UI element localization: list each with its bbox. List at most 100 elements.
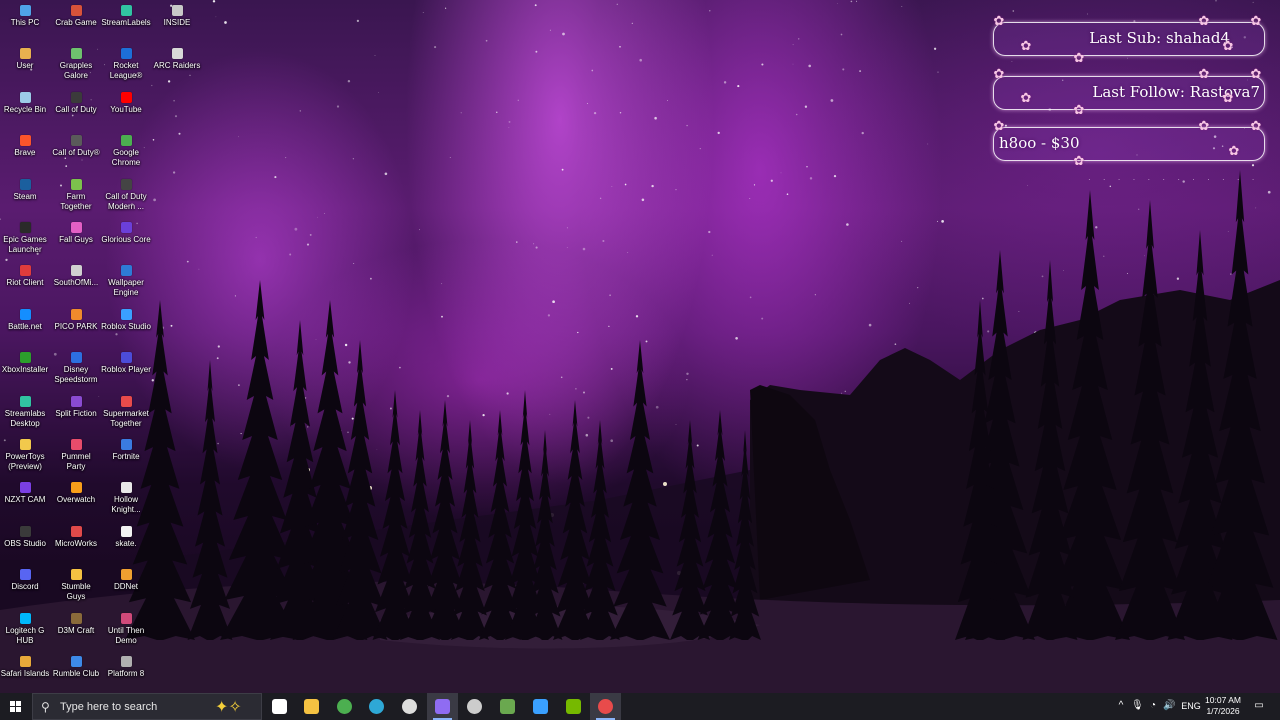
desktop-icon[interactable]: Supermarket Together	[101, 395, 151, 429]
app-icon	[120, 48, 132, 60]
last-follow-text: Last Follow: Rastova7	[1092, 83, 1260, 101]
app-icon	[120, 178, 132, 190]
desktop-icon-label: Epic Games Launcher	[3, 235, 47, 254]
desktop-icon[interactable]: Stumble Guys	[51, 569, 101, 602]
desktop-icon[interactable]: NZXT CAM	[0, 482, 50, 505]
desktop-icon[interactable]: DDNet	[101, 569, 151, 592]
desktop-icon[interactable]: Fortnite	[101, 439, 151, 462]
desktop-icon[interactable]: SouthOfMi...	[51, 265, 101, 288]
desktop-icon[interactable]: Call of Duty Modern ...	[101, 178, 151, 212]
desktop-icon[interactable]: Steam	[0, 178, 50, 202]
network-icon[interactable]: ◔	[1147, 700, 1159, 712]
app-icon	[120, 525, 132, 537]
taskbar-edge-button[interactable]	[361, 693, 392, 720]
desktop-icon[interactable]: YouTube	[101, 91, 151, 115]
desktop-icon[interactable]: D3M Craft	[51, 612, 101, 636]
taskbar-steam-or-tool-button[interactable]	[459, 693, 490, 720]
taskbar-discord-button[interactable]	[427, 693, 458, 720]
desktop-icon[interactable]: XboxInstaller	[0, 352, 50, 375]
app-icon	[19, 308, 31, 320]
desktop-icon[interactable]: MicroWorks	[51, 525, 101, 549]
search-input[interactable]: ⚲ Type here to search ✦✧	[32, 693, 262, 720]
clock[interactable]: 10:07 AM 1/7/2026	[1199, 695, 1247, 717]
desktop-icon[interactable]: Epic Games Launcher	[0, 222, 50, 255]
desktop-icon[interactable]: Riot Client	[0, 265, 50, 288]
desktop-icon[interactable]: OBS Studio	[0, 525, 50, 549]
desktop-icon[interactable]: Overwatch	[51, 482, 101, 505]
app-icon	[120, 91, 132, 103]
desktop-icon[interactable]: PICO PARK	[51, 308, 101, 332]
desktop-icon[interactable]: Battle.net	[0, 308, 50, 332]
desktop-icon-label: Farm Together	[60, 191, 92, 211]
desktop-icon[interactable]: Farm Together	[51, 178, 101, 212]
taskbar-minecraft-button[interactable]	[492, 693, 523, 720]
notification-button[interactable]: ▭	[1250, 693, 1270, 720]
desktop-icon[interactable]: skate.	[101, 525, 151, 549]
desktop-icon[interactable]: Hollow Knight...	[101, 482, 151, 515]
desktop-icon[interactable]: PowerToys (Preview)	[0, 439, 50, 472]
desktop-icon[interactable]: Pummel Party	[51, 439, 101, 472]
volume-icon[interactable]: 🔊	[1163, 700, 1175, 712]
desktop-icon[interactable]: Disney Speedstorm	[51, 352, 101, 385]
language-indicator[interactable]: ENG	[1181, 700, 1201, 712]
desktop-icon-label: Discord	[11, 582, 39, 592]
desktop-icon-label: Recycle Bin	[3, 104, 47, 114]
microphone-icon[interactable]: 🎙	[1131, 700, 1144, 712]
desktop-icon[interactable]: StreamLabels	[101, 5, 151, 28]
taskbar-chrome-button[interactable]	[329, 693, 360, 720]
taskbar-task-view-button[interactable]	[264, 693, 295, 720]
taskbar-file-explorer-button[interactable]	[296, 693, 327, 720]
desktop-icon[interactable]: Streamlabs Desktop	[0, 395, 50, 429]
chevron-up-icon[interactable]: ^	[1115, 700, 1127, 712]
desktop-icon[interactable]: Logitech G HUB	[0, 612, 50, 646]
flower-icon: ✿	[1198, 13, 1210, 28]
nvidia-icon	[566, 699, 581, 714]
desktop-icon-label: Supermarket Together	[103, 408, 149, 428]
app-icon	[120, 352, 132, 364]
desktop-icon[interactable]: Call of Duty®	[51, 135, 101, 158]
desktop-icon-label: YouTube	[110, 104, 142, 114]
desktop-icon[interactable]: Roblox Studio	[101, 308, 151, 332]
desktop-icon[interactable]: ARC Raiders	[152, 48, 202, 71]
desktop-icon-label: Split Fiction	[55, 408, 97, 418]
desktop-icon[interactable]: Split Fiction	[51, 395, 101, 419]
app-icon	[70, 48, 82, 60]
desktop-icon[interactable]: User	[0, 48, 50, 71]
taskbar-obs-button[interactable]	[394, 693, 425, 720]
desktop-icon[interactable]: Fall Guys	[51, 222, 101, 245]
app-icon	[120, 656, 132, 667]
desktop-icon-label: Riot Client	[6, 278, 44, 288]
desktop-icon[interactable]: INSIDE	[152, 5, 202, 28]
app-icon	[70, 395, 82, 407]
desktop-icon-label: Wallpaper Engine	[108, 278, 144, 298]
desktop-icon-label: D3M Craft	[57, 625, 95, 635]
app-icon	[19, 135, 31, 147]
desktop-icon[interactable]: Brave	[0, 135, 50, 158]
taskbar-chrome-active-button[interactable]	[590, 693, 621, 720]
flower-icon: ✿	[1020, 90, 1032, 105]
app-icon	[19, 482, 31, 494]
desktop-icon[interactable]: This PC	[0, 5, 50, 28]
desktop-icon[interactable]: Wallpaper Engine	[101, 265, 151, 298]
start-button[interactable]	[0, 693, 31, 720]
desktop-icon[interactable]: Call of Duty	[51, 91, 101, 115]
desktop-icon[interactable]: Discord	[0, 569, 50, 592]
desktop-icon[interactable]: Rumble Club	[51, 656, 101, 679]
desktop-icon[interactable]: Roblox Player	[101, 352, 151, 375]
desktop-icon[interactable]: Platform 8	[101, 656, 151, 679]
desktop-icon-label: ARC Raiders	[153, 61, 201, 71]
desktop-icon[interactable]: Safari Islands	[0, 656, 50, 679]
desktop-icon[interactable]: Glorious Core	[101, 222, 151, 245]
app-icon	[70, 439, 82, 450]
desktop-icon[interactable]: Rocket League®	[101, 48, 151, 81]
taskbar-nvidia-button[interactable]	[558, 693, 589, 720]
desktop-icon[interactable]: Grapples Galore	[51, 48, 101, 81]
desktop-icon[interactable]: Recycle Bin	[0, 91, 50, 115]
desktop-icon-label: PICO PARK	[54, 321, 98, 331]
roblox-icon	[533, 699, 548, 714]
desktop-icon[interactable]: Until Then Demo	[101, 612, 151, 646]
desktop-icon[interactable]: Crab Game	[51, 5, 101, 28]
desktop-icon-label: Disney Speedstorm	[54, 365, 98, 385]
taskbar-roblox-button[interactable]	[525, 693, 556, 720]
desktop-icon[interactable]: Google Chrome	[101, 135, 151, 168]
